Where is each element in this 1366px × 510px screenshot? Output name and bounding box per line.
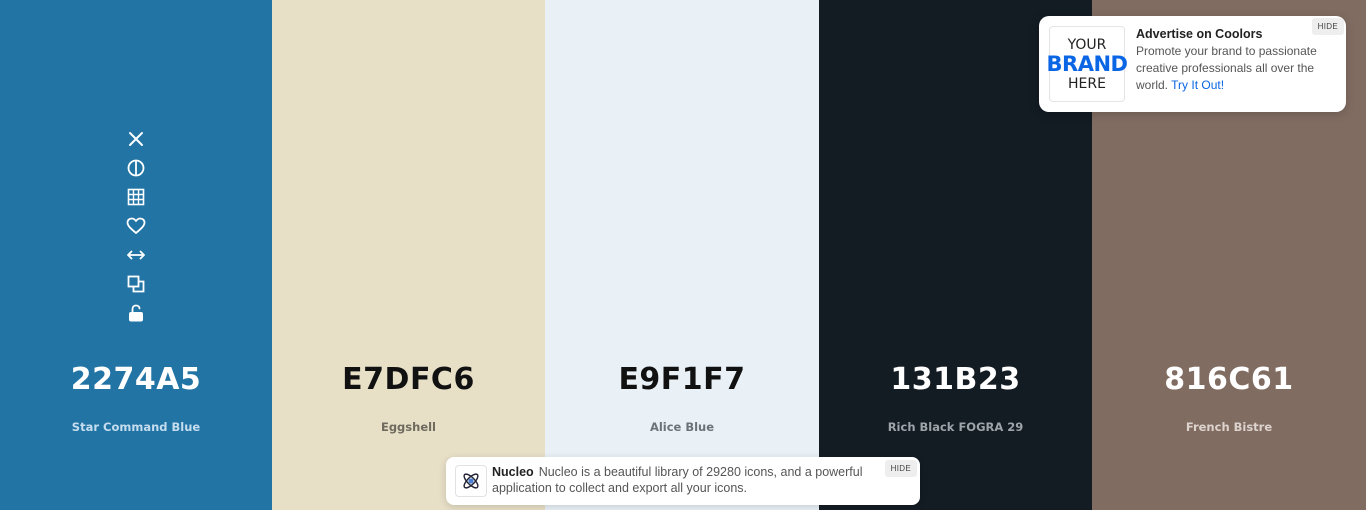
grid-icon[interactable] — [125, 186, 147, 208]
atom-icon[interactable] — [455, 465, 487, 497]
logo-text-here: HERE — [1068, 75, 1106, 92]
ad-body: Promote your brand to passionate creativ… — [1136, 43, 1341, 94]
hide-nucleo-button[interactable]: HIDE — [884, 460, 917, 477]
color-column-1[interactable]: 2274A5 Star Command Blue — [0, 0, 272, 510]
hex-code[interactable]: E9F1F7 — [545, 362, 819, 397]
brand-placeholder-logo[interactable]: YOUR BRAND HERE — [1046, 26, 1128, 102]
contrast-icon[interactable] — [125, 157, 147, 179]
unlock-icon[interactable] — [125, 302, 147, 324]
color-name[interactable]: Rich Black FOGRA 29 — [819, 420, 1092, 434]
hex-code[interactable]: 816C61 — [1092, 362, 1366, 397]
color-column-3[interactable]: E9F1F7 Alice Blue — [545, 0, 819, 510]
logo-text-your: YOUR — [1067, 36, 1107, 53]
hex-code[interactable]: 131B23 — [819, 362, 1092, 397]
drag-arrows-icon[interactable] — [125, 244, 147, 266]
color-name[interactable]: Alice Blue — [545, 420, 819, 434]
nucleo-title: Nucleo — [492, 465, 534, 479]
advertise-card: YOUR BRAND HERE Advertise on Coolors Pro… — [1039, 16, 1346, 112]
hex-code[interactable]: E7DFC6 — [272, 362, 545, 397]
color-name[interactable]: French Bistre — [1092, 420, 1366, 434]
nucleo-body: Nucleo is a beautiful library of 29280 i… — [492, 465, 863, 495]
color-tools — [0, 128, 272, 324]
hide-ad-button[interactable]: HIDE — [1311, 18, 1344, 35]
nucleo-banner: Nucleo Nucleo is a beautiful library of 2… — [446, 457, 920, 505]
heart-icon[interactable] — [125, 215, 147, 237]
close-icon[interactable] — [125, 128, 147, 150]
logo-text-brand: BRAND — [1046, 51, 1128, 76]
ad-title: Advertise on Coolors — [1136, 27, 1263, 41]
copy-icon[interactable] — [125, 273, 147, 295]
color-column-2[interactable]: E7DFC6 Eggshell — [272, 0, 545, 510]
ad-body-text: Promote your brand to passionate creativ… — [1136, 44, 1317, 92]
color-name[interactable]: Eggshell — [272, 420, 545, 434]
hex-code[interactable]: 2274A5 — [0, 362, 272, 397]
try-it-out-link[interactable]: Try It Out! — [1171, 78, 1224, 92]
nucleo-text[interactable]: Nucleo Nucleo is a beautiful library of 2… — [492, 464, 872, 496]
color-name[interactable]: Star Command Blue — [0, 420, 272, 434]
